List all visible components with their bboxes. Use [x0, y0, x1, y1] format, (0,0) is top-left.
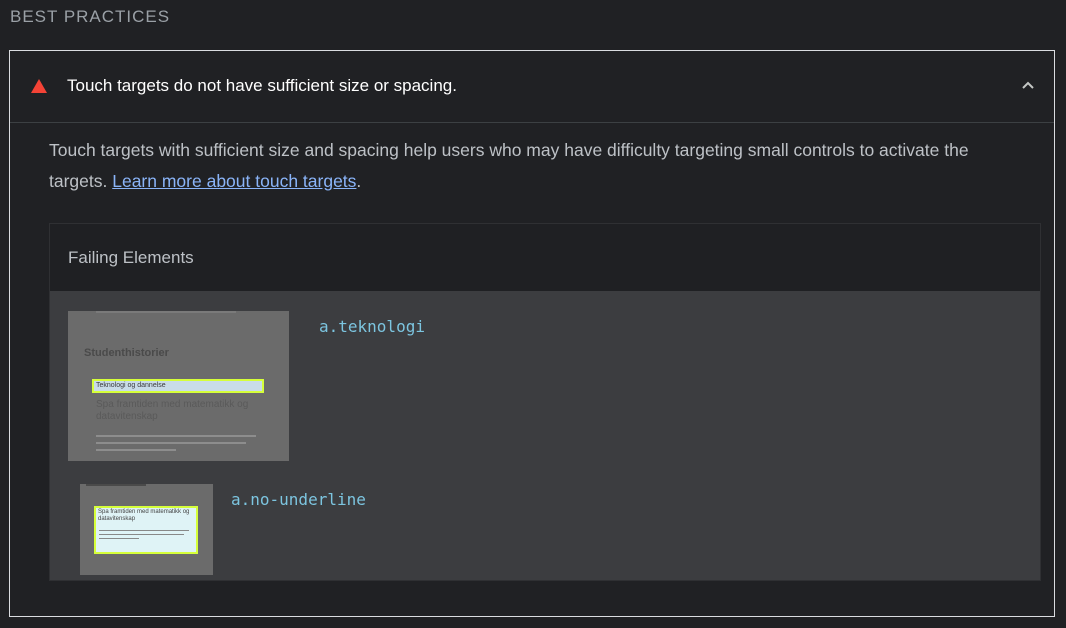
thumb-body-text: Spa framtiden med matematikk og datavite… [96, 399, 249, 422]
failing-selector: a.teknologi [319, 317, 425, 336]
thumb-line [99, 530, 189, 531]
description-end: . [356, 171, 362, 191]
failing-selector: a.no-underline [231, 490, 366, 509]
learn-more-link[interactable]: Learn more about touch targets [112, 171, 356, 191]
thumb-line [96, 435, 256, 437]
thumb-line [96, 442, 246, 444]
thumb-line [86, 484, 146, 486]
thumb-line [99, 538, 139, 539]
element-screenshot: Spa framtiden med matematikk og datavite… [80, 484, 213, 575]
element-screenshot: Studenthistorier Teknologi og dannelse S… [68, 311, 289, 461]
audit-title: Touch targets do not have sufficient siz… [67, 76, 457, 95]
thumb-highlight-box: Spa framtiden med matematikk og datavite… [94, 506, 198, 554]
chevron-up-icon[interactable] [1020, 77, 1036, 93]
failing-elements-table: Failing Elements Studenthistorier Teknol… [49, 223, 1041, 581]
thumb-highlight-box: Teknologi og dannelse [92, 379, 264, 393]
section-title: BEST PRACTICES [10, 7, 171, 26]
audit-header[interactable]: Touch targets do not have sufficient siz… [10, 51, 1054, 123]
failing-elements-title: Failing Elements [68, 248, 194, 267]
audit-description: Touch targets with sufficient size and s… [49, 135, 1019, 197]
audit-item: Touch targets do not have sufficient siz… [9, 50, 1055, 617]
thumb-line [99, 534, 184, 535]
fail-triangle-icon [31, 79, 47, 93]
thumb-line [96, 311, 236, 313]
thumb-body-text: Spa framtiden med matematikk og datavite… [98, 509, 190, 522]
thumb-heading: Studenthistorier [84, 347, 169, 359]
failing-elements-header: Failing Elements [50, 224, 1040, 292]
failing-elements-body: Studenthistorier Teknologi og dannelse S… [50, 291, 1040, 580]
thumb-line [96, 449, 176, 451]
thumb-highlight-text: Teknologi og dannelse [96, 382, 166, 389]
